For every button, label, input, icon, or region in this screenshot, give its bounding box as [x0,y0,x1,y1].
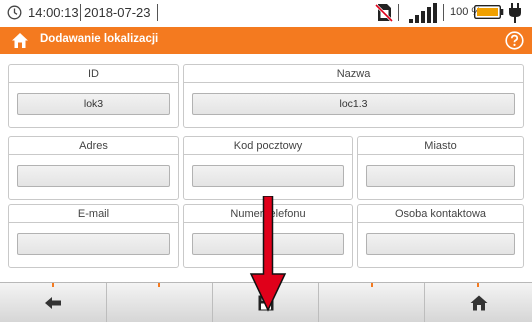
status-bar: 14:00:13 2018-07-23 100 % [0,0,532,26]
email-panel: E-mail [8,204,179,268]
battery-icon [474,5,504,19]
back-button[interactable] [0,283,107,322]
toolbar-slot-4[interactable] [319,283,425,322]
id-field[interactable]: lok3 [17,93,170,115]
kod-field[interactable] [192,165,344,187]
miasto-label: Miasto [358,137,523,155]
home-icon [470,295,487,310]
email-field[interactable] [17,233,170,255]
power-plug-icon [509,3,521,23]
adres-label: Adres [9,137,178,155]
home-button[interactable] [425,283,532,322]
home-icon [12,33,28,48]
osoba-field[interactable] [366,233,515,255]
status-divider [157,4,158,21]
toolbar-slot-2[interactable] [107,283,213,322]
help-icon[interactable] [505,31,524,50]
email-label: E-mail [9,205,178,223]
adres-field[interactable] [17,165,170,187]
osoba-panel: Osoba kontaktowa [357,204,524,268]
red-arrow-annotation [249,196,287,312]
signal-bars-icon [409,3,437,23]
status-date: 2018-07-23 [84,5,151,20]
clock-icon [7,5,22,20]
status-time: 14:00:13 [28,5,79,20]
title-bar: Dodawanie lokalizacji [0,27,532,54]
kod-panel: Kod pocztowy [183,136,353,200]
adres-panel: Adres [8,136,179,200]
page-title: Dodawanie lokalizacji [40,33,159,45]
status-divider [443,4,444,21]
osoba-label: Osoba kontaktowa [358,205,523,223]
id-panel: ID lok3 [8,64,179,128]
nazwa-label: Nazwa [184,65,523,83]
status-divider [80,4,81,21]
miasto-field[interactable] [366,165,515,187]
no-sim-icon [375,3,393,22]
nazwa-panel: Nazwa loc1.3 [183,64,524,128]
kod-label: Kod pocztowy [184,137,352,155]
id-label: ID [9,65,178,83]
nazwa-field[interactable]: loc1.3 [192,93,515,115]
arrow-left-icon [45,296,61,309]
status-divider [398,4,399,21]
miasto-panel: Miasto [357,136,524,200]
